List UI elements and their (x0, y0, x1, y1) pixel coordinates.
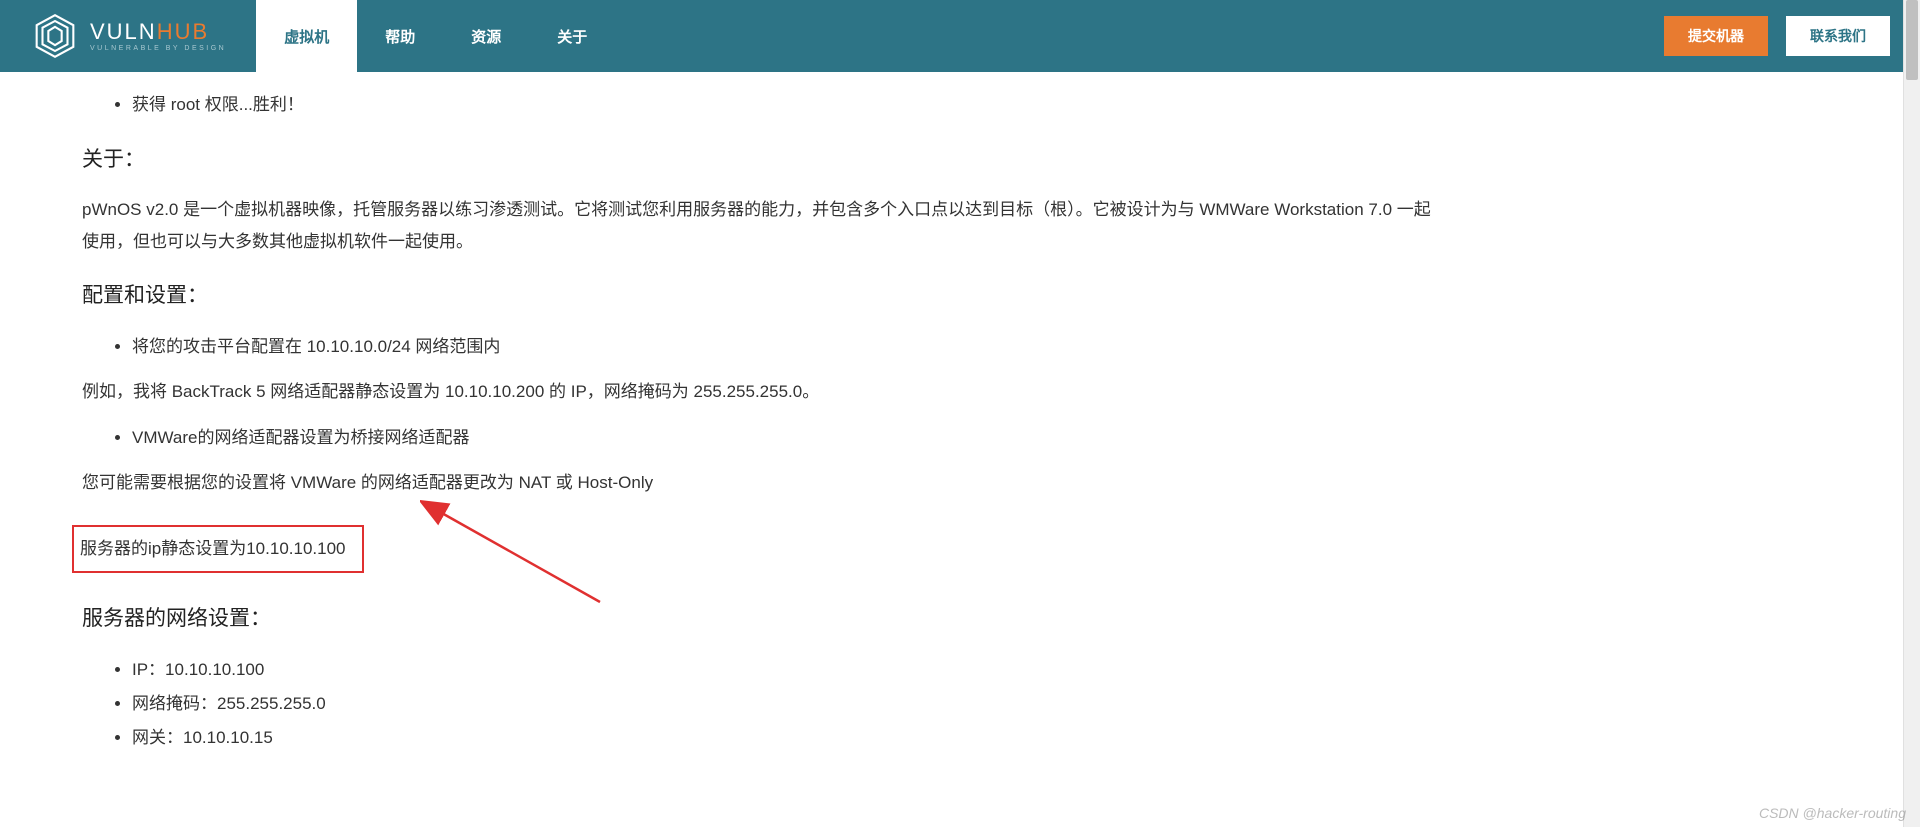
bullet-root: 获得 root 权限...胜利！ (132, 88, 1438, 122)
bullet-vmware-bridge: VMWare的网络适配器设置为桥接网络适配器 (132, 421, 1438, 455)
list-item-netmask: 网络掩码：255.255.255.0 (132, 687, 1438, 721)
paragraph-example: 例如，我将 BackTrack 5 网络适配器静态设置为 10.10.10.20… (82, 376, 1438, 408)
scrollbar-thumb[interactable] (1906, 0, 1918, 80)
nav-about[interactable]: 关于 (529, 0, 615, 72)
paragraph-about: pWnOS v2.0 是一个虚拟机器映像，托管服务器以练习渗透测试。它将测试您利… (82, 194, 1438, 259)
highlight-box: 服务器的ip静态设置为10.10.10.100 (72, 525, 364, 573)
list-item-ip: IP：10.10.10.100 (132, 653, 1438, 687)
nav-resources[interactable]: 资源 (443, 0, 529, 72)
watermark: CSDN @hacker-routing (1759, 805, 1906, 821)
heading-network: 服务器的网络设置： (82, 599, 1438, 639)
paragraph-static-ip: 服务器的ip静态设置为10.10.10.100 (80, 533, 346, 565)
contact-us-button[interactable]: 联系我们 (1786, 16, 1890, 56)
header-bar: VULNHUB VULNERABLE BY DESIGN 虚拟机 帮助 资源 关… (0, 0, 1920, 72)
logo-text: VULNHUB VULNERABLE BY DESIGN (90, 21, 226, 52)
main-nav: 虚拟机 帮助 资源 关于 (256, 0, 615, 72)
main-content: 获得 root 权限...胜利！ 关于： pWnOS v2.0 是一个虚拟机器映… (0, 72, 1520, 801)
list-item-gateway: 网关：10.10.10.15 (132, 721, 1438, 755)
heading-config: 配置和设置： (82, 276, 1438, 316)
logo-icon (30, 11, 80, 61)
bullet-attack-platform: 将您的攻击平台配置在 10.10.10.0/24 网络范围内 (132, 330, 1438, 364)
header-buttons: 提交机器 联系我们 (1664, 16, 1890, 56)
network-settings-list: IP：10.10.10.100 网络掩码：255.255.255.0 网关：10… (82, 653, 1438, 755)
nav-help[interactable]: 帮助 (357, 0, 443, 72)
scrollbar[interactable] (1903, 0, 1920, 827)
paragraph-nat: 您可能需要根据您的设置将 VMWare 的网络适配器更改为 NAT 或 Host… (82, 467, 1438, 499)
submit-machine-button[interactable]: 提交机器 (1664, 16, 1768, 56)
heading-about: 关于： (82, 140, 1438, 180)
nav-vm[interactable]: 虚拟机 (256, 0, 357, 72)
logo[interactable]: VULNHUB VULNERABLE BY DESIGN (30, 11, 226, 61)
